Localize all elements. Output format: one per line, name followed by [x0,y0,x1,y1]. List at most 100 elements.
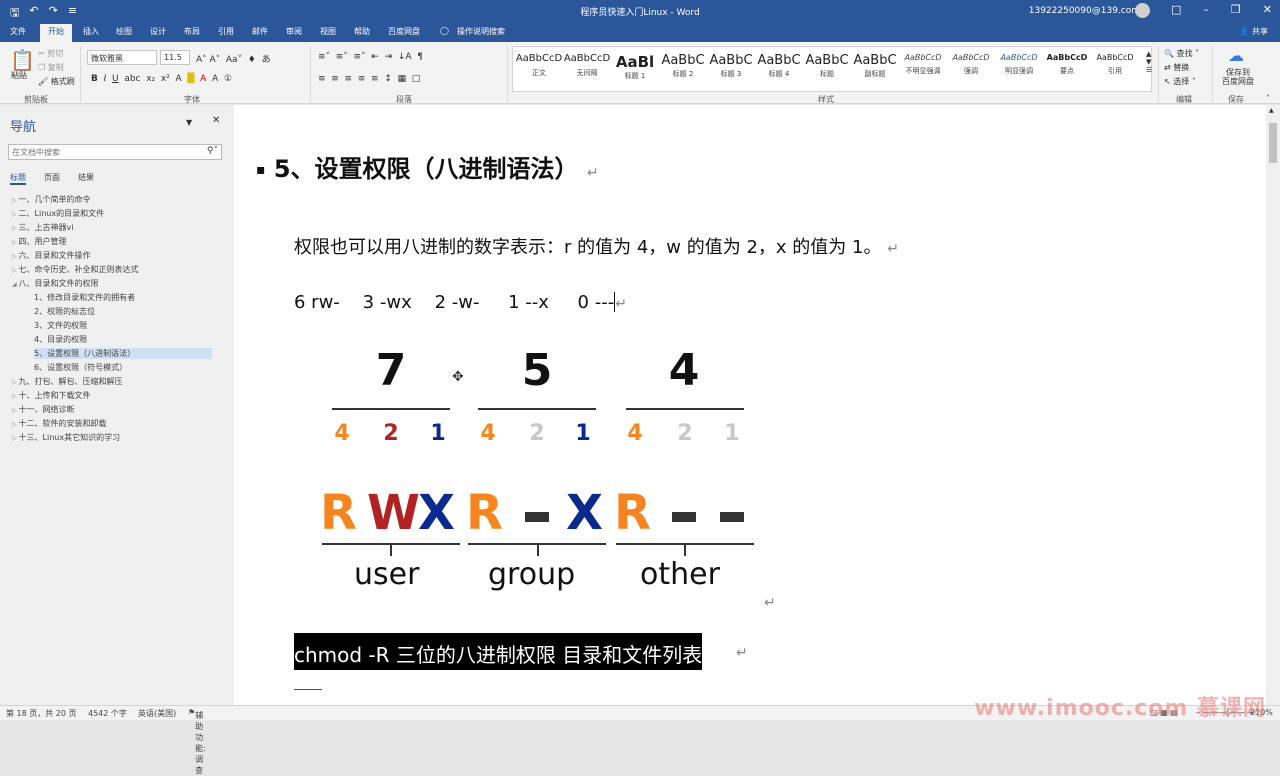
tab-references[interactable]: 引用 [218,26,234,37]
nav-heading-item[interactable]: ▷ 四、用户管理 [12,236,67,247]
language-status[interactable]: 英语(美国) [138,708,176,719]
tab-file[interactable]: 文件 [10,26,26,37]
nav-heading-item[interactable]: ▷ 七、命令历史、补全和正则表达式 [12,264,139,275]
nav-heading-item[interactable]: 4、目录的权限 [34,334,87,345]
format-painter-button[interactable]: 🖌 格式刷 [38,76,75,87]
nav-heading-item[interactable]: ▷ 六、目录和文件操作 [12,250,91,261]
nav-heading-item[interactable]: 5、设置权限（八进制语法） [34,348,212,359]
scroll-up-icon[interactable]: ▲ [1269,107,1274,114]
nav-tab-headings[interactable]: 标题 [10,172,26,185]
nav-heading-item[interactable]: ▷ 十三、Linux其它知识的学习 [12,432,120,443]
style-sample: AaBbC [709,53,753,68]
nav-heading-item[interactable]: ▷ 十一、网络诊断 [12,404,75,415]
style-subtle-emphasis[interactable]: AaBbCcD 不明显强调 [899,53,947,76]
tell-me-search[interactable]: 操作说明搜索 [457,26,505,37]
nav-options-icon[interactable]: ▼ [186,118,192,127]
font-name-box[interactable]: 微软雅黑 [87,50,157,65]
share-button[interactable]: 👤 共享 [1239,26,1268,37]
style-subtitle[interactable]: AaBbC 副标题 [851,53,899,79]
bit-user-r: 4 [334,421,350,446]
font-size-buttons[interactable]: A˄ A˅ Aa˅ ♦ あ [196,52,271,65]
intro-paragraph: 权限也可以用八进制的数字表示：r 的值为 4，w 的值为 2，x 的值为 1。 … [294,233,899,259]
nav-heading-item[interactable]: 3、文件的权限 [34,320,87,331]
group-divider [80,46,81,102]
copy-button[interactable]: ❐ 复制 [38,62,64,73]
nav-heading-item[interactable]: ▷ 三、上古神器vi [12,222,74,233]
document-page: ▪ 5、设置权限（八进制语法） ↵ 权限也可以用八进制的数字表示：r 的值为 4… [234,105,1266,705]
save-to-baidu-button[interactable]: 保存到 百度网盘 [1218,68,1258,86]
paste-icon[interactable]: 📋 [10,48,35,72]
maximize-icon[interactable]: ❐ [1231,3,1241,16]
style-heading-2[interactable]: AaBbC 标题 2 [659,53,707,79]
nav-heading-item[interactable]: 2、权限的标志位 [34,306,95,317]
style-name: 标题 [820,70,834,78]
minimize-icon[interactable]: – [1203,3,1209,16]
tab-insert[interactable]: 插入 [83,26,99,37]
nav-heading-item[interactable]: ▷ 二、Linux的目录和文件 [12,208,104,219]
close-icon[interactable]: ✕ [1263,3,1272,16]
letter-group-w-dash [525,512,549,522]
style-no-spacing[interactable]: AaBbCcD 无间隔 [563,53,611,78]
tab-home[interactable]: 开始 [40,24,72,42]
select-button[interactable]: ↖ 选择 ˅ [1164,76,1196,87]
style-intense-emphasis[interactable]: AaBbCcD 明显强调 [995,53,1043,76]
style-strong[interactable]: AaBbCcD 要点 [1043,53,1091,76]
tab-help[interactable]: 帮助 [354,26,370,37]
style-sample: AaBbC [661,53,705,68]
nav-heading-item[interactable]: ▷ 九、打包、解包、压缩和解压 [12,376,123,387]
align-buttons[interactable]: ≡ ≡ ≡ ≡ ≡ ↕ ▦ □ [318,74,420,84]
tab-view[interactable]: 视图 [320,26,336,37]
tab-mailings[interactable]: 邮件 [252,26,268,37]
tab-layout[interactable]: 布局 [184,26,200,37]
nav-tab-results[interactable]: 结果 [78,172,94,185]
nav-heading-item[interactable]: ▷ 一、几个简单的命令 [12,194,91,205]
ribbon-options-icon[interactable]: □ [1171,3,1181,16]
nav-heading-item[interactable]: ▷ 十、上传和下载文件 [12,390,91,401]
font-format-buttons[interactable]: B I U abc x₂ x² A █ A A ① [91,74,232,84]
style-emphasis[interactable]: AaBbCcD 强调 [947,53,995,76]
accessibility-status[interactable]: ⚑ 辅助功能: 调查 [188,708,206,775]
style-heading-1[interactable]: AaBl 标题 1 [611,53,659,81]
page-count[interactable]: 第 18 页，共 20 页 [6,708,77,719]
nav-heading-label: 5、设置权限（八进制语法） [34,349,136,358]
scrollbar-thumb[interactable] [1269,123,1277,163]
nav-heading-item[interactable]: 1、修改目录和文件的拥有者 [34,292,135,303]
style-heading-3[interactable]: AaBbC 标题 3 [707,53,755,79]
vertical-scrollbar[interactable]: ▲ [1266,105,1280,705]
list-buttons[interactable]: ≡˅ ≡˅ ≡˅ ⇤ ⇥ ↓A ¶ [318,52,423,62]
nav-tab-pages[interactable]: 页面 [44,172,60,185]
avatar[interactable] [1135,3,1150,18]
word-count[interactable]: 4542 个字 [88,708,127,719]
account-name[interactable]: 13922250090@139.com [1029,6,1140,16]
editing-group-label: 编辑 [1176,95,1192,104]
nav-heading-item[interactable]: ◢ 八、目录和文件的权限 [12,278,99,289]
bit-user-w: 2 [383,421,399,446]
font-size-box[interactable]: 11.5 [160,50,190,65]
nav-heading-label: 二、Linux的目录和文件 [18,209,105,218]
tab-draw[interactable]: 绘图 [116,26,132,37]
nav-search-input[interactable] [9,145,195,159]
collapse-ribbon-icon[interactable]: ˄ [1266,94,1270,103]
octal-digit-user: 7 [375,345,407,396]
style-sample: AaBbC [805,53,849,68]
search-icon[interactable]: ⚲˅ [207,146,218,156]
nav-heading-item[interactable]: 6、设置权限（符号模式） [34,362,127,373]
styles-group-label: 样式 [818,95,834,104]
heading-bullet: ▪ [256,162,266,178]
styles-scroll-icon[interactable]: ▲ ▼ ☰ [1146,50,1152,74]
style-quote[interactable]: AaBbCcD 引用 [1091,53,1139,76]
find-button[interactable]: 🔍 查找 ˅ [1164,48,1199,59]
cloud-icon[interactable]: ☁ [1228,46,1244,65]
nav-search-box: ⚲˅ [8,144,222,160]
style-title[interactable]: AaBbC 标题 [803,53,851,79]
nav-close-icon[interactable]: ✕ [212,115,220,126]
tab-review[interactable]: 审阅 [286,26,302,37]
tab-baidu-netdisk[interactable]: 百度网盘 [388,26,420,37]
replace-button[interactable]: ⇄ 替换 [1164,62,1189,73]
tab-design[interactable]: 设计 [150,26,166,37]
nav-heading-item[interactable]: ▷ 十二、软件的安装和卸载 [12,418,107,429]
paste-button[interactable]: 粘贴 [11,70,27,81]
style-heading-4[interactable]: AaBbC 标题 4 [755,53,803,79]
cut-button[interactable]: ✂ 剪切 [38,48,63,59]
style-normal[interactable]: AaBbCcD 正文 [515,53,563,78]
